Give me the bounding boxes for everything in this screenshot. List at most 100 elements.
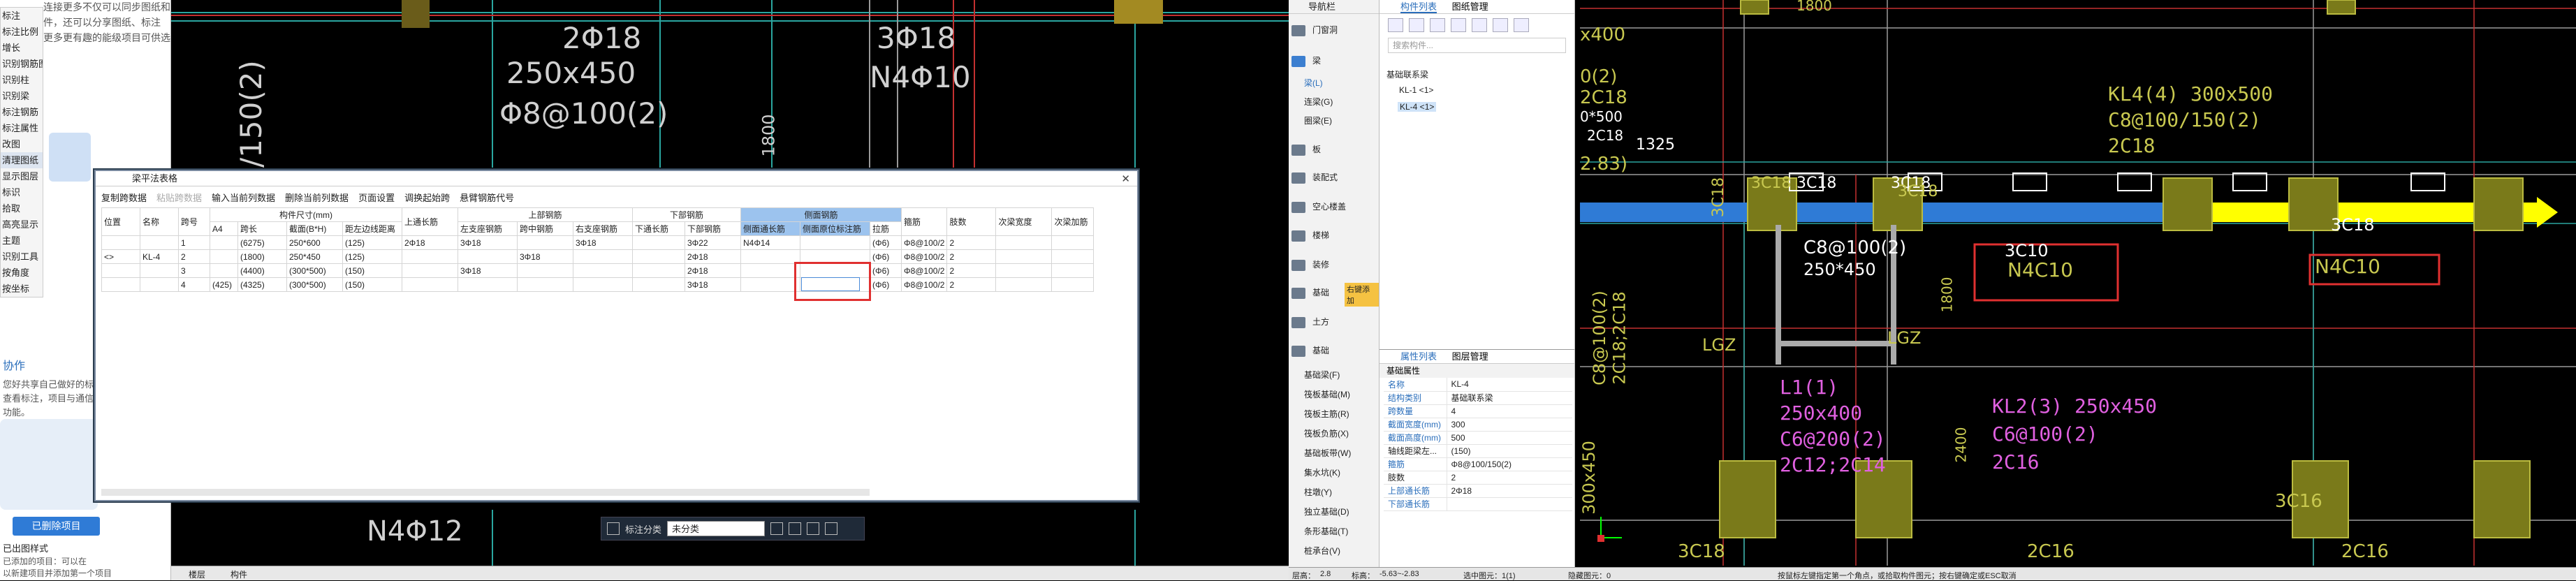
table-cell[interactable] xyxy=(140,263,179,278)
table-cell[interactable]: Φ8@100/2 xyxy=(900,277,948,292)
table-cell[interactable] xyxy=(517,263,573,278)
nav-sub-item[interactable]: 筏板负筋(X) xyxy=(1304,427,1349,439)
nav-sub-item[interactable]: 基础梁(F) xyxy=(1304,369,1340,381)
menu-item[interactable]: 标注 xyxy=(1,8,43,24)
nav-item-hollow-slab[interactable]: 空心楼盖 xyxy=(1291,200,1346,213)
nav-sub-item[interactable]: 筏板主筋(R) xyxy=(1304,408,1349,420)
property-value[interactable]: 2 xyxy=(1446,471,1572,485)
property-row[interactable]: 截面宽度(mm) 300 xyxy=(1384,418,1572,432)
table-cell[interactable]: 3 xyxy=(178,263,210,278)
menu-item[interactable]: 识别柱 xyxy=(1,72,43,88)
table-cell[interactable]: Φ8@100/2 xyxy=(900,249,948,264)
menu-item[interactable]: 标识 xyxy=(1,184,43,200)
table-cell[interactable] xyxy=(101,235,140,250)
nav-sub-item[interactable]: 条形基础(T) xyxy=(1304,525,1348,537)
table-cell[interactable] xyxy=(402,263,458,278)
table-cell[interactable]: 2Φ18 xyxy=(685,263,741,278)
delete-icon[interactable] xyxy=(1430,18,1445,32)
table-cell[interactable]: (4325) xyxy=(237,277,287,292)
table-cell[interactable]: (425) xyxy=(210,277,238,292)
table-cell[interactable] xyxy=(800,235,870,250)
nav-item-door-window[interactable]: 门窗洞 xyxy=(1291,24,1338,36)
nav-sub-beam[interactable]: 梁(L) xyxy=(1304,77,1323,89)
table-cell[interactable] xyxy=(632,263,685,278)
table-cell[interactable] xyxy=(995,277,1053,292)
table-cell[interactable]: (6275) xyxy=(237,235,287,250)
table-cell[interactable] xyxy=(632,249,685,264)
table-cell[interactable]: 2 xyxy=(946,249,997,264)
tab-component-list[interactable]: 构件列表 xyxy=(1400,1,1437,13)
table-cell[interactable] xyxy=(402,249,458,264)
close-icon[interactable]: ✕ xyxy=(1121,172,1130,185)
layer-icon[interactable] xyxy=(1451,18,1466,32)
table-cell[interactable]: (300*500) xyxy=(286,277,343,292)
tree-group[interactable]: 基础联系梁 xyxy=(1386,68,1428,80)
table-cell[interactable]: 2 xyxy=(178,249,210,264)
tree-item-selected[interactable]: KL-4 <1> xyxy=(1398,102,1437,112)
menu-item[interactable]: 按坐标 xyxy=(1,281,43,297)
menu-item[interactable]: 主题 xyxy=(1,233,43,249)
table-cell[interactable]: (125) xyxy=(342,235,402,250)
table-cell[interactable] xyxy=(573,277,633,292)
table-cell[interactable] xyxy=(1051,277,1095,292)
tab-property-list[interactable]: 属性列表 xyxy=(1400,351,1437,362)
table-cell[interactable]: 3Φ18 xyxy=(573,235,633,250)
toolbar-button[interactable]: 粘贴跨数据 xyxy=(156,191,202,204)
menu-item[interactable]: 高亮显示 xyxy=(1,216,43,233)
table-cell[interactable]: 2 xyxy=(946,277,997,292)
table-cell[interactable]: 250*600 xyxy=(286,235,343,250)
property-row[interactable]: 轴线距梁左... (150) xyxy=(1384,444,1572,458)
table-cell[interactable] xyxy=(1051,235,1095,250)
property-value[interactable]: (150) xyxy=(1446,444,1572,458)
category-select[interactable]: 未分类 xyxy=(667,521,766,536)
table-cell[interactable] xyxy=(140,235,179,250)
menu-item[interactable]: 按角度 xyxy=(1,265,43,281)
table-cell[interactable]: (Φ6) xyxy=(870,277,902,292)
table-cell[interactable]: (300*500) xyxy=(286,263,343,278)
menu-item[interactable]: 标注钢筋 xyxy=(1,104,43,120)
edit-icon[interactable] xyxy=(770,522,784,535)
nav-sub-item[interactable]: 桩承台(V) xyxy=(1304,545,1340,557)
nav-sub-item[interactable]: 基础板带(W) xyxy=(1304,447,1351,459)
table-row[interactable]: 3 (4400) (300*500) (150) 3Φ18 2Φ18 (Φ6) Φ8@100/… xyxy=(101,263,1095,278)
nav-sub-item[interactable]: 独立基础(D) xyxy=(1304,506,1349,517)
table-cell[interactable] xyxy=(1051,263,1095,278)
property-value[interactable]: 300 xyxy=(1446,418,1572,432)
property-value[interactable]: Φ8@100/150(2) xyxy=(1446,457,1572,471)
table-cell[interactable]: 2Φ18 xyxy=(685,249,741,264)
table-cell[interactable]: 3Φ18 xyxy=(685,277,741,292)
property-row[interactable]: 跨数量 4 xyxy=(1384,404,1572,418)
table-cell[interactable]: 3Φ22 xyxy=(685,235,741,250)
nav-item-earthwork[interactable]: 土方 xyxy=(1291,316,1329,328)
property-value[interactable]: 4 xyxy=(1446,404,1572,418)
nav-sub-ring-beam[interactable]: 圈梁(E) xyxy=(1304,115,1332,126)
property-value[interactable]: 500 xyxy=(1446,431,1572,445)
tree-item[interactable]: KL-1 <1> xyxy=(1399,85,1433,95)
property-row[interactable]: 名称 KL-4 xyxy=(1384,378,1572,392)
table-cell[interactable]: (Φ6) xyxy=(870,235,902,250)
table-cell[interactable] xyxy=(210,235,238,250)
sort-icon[interactable] xyxy=(1493,18,1508,32)
filter-icon[interactable] xyxy=(1472,18,1487,32)
table-cell[interactable] xyxy=(573,249,633,264)
property-row[interactable]: 结构类别 基础联系梁 xyxy=(1384,391,1572,405)
table-cell[interactable] xyxy=(458,277,518,292)
menu-item[interactable]: 标注比例 xyxy=(1,24,43,40)
menu-item[interactable]: 显示图层 xyxy=(1,168,43,184)
table-cell[interactable] xyxy=(740,263,800,278)
table-cell[interactable]: 3Φ18 xyxy=(517,249,573,264)
table-cell[interactable]: 1 xyxy=(178,235,210,250)
menu-item[interactable]: 识别梁 xyxy=(1,88,43,104)
table-cell[interactable] xyxy=(101,263,140,278)
nav-sub-item[interactable]: 筏板基础(M) xyxy=(1304,388,1350,400)
table-cell[interactable] xyxy=(995,235,1053,250)
table-cell[interactable]: (150) xyxy=(342,277,402,292)
table-cell[interactable]: (Φ6) xyxy=(870,249,902,264)
delete-icon[interactable] xyxy=(825,522,838,535)
toolbar-button[interactable]: 悬臂钢筋代号 xyxy=(460,191,514,204)
table-cell[interactable] xyxy=(517,277,573,292)
property-value[interactable]: KL-4 xyxy=(1446,378,1572,392)
table-cell[interactable] xyxy=(740,249,800,264)
copy-icon[interactable] xyxy=(1409,18,1424,32)
toolbar-button[interactable]: 输入当前列数据 xyxy=(212,191,275,204)
